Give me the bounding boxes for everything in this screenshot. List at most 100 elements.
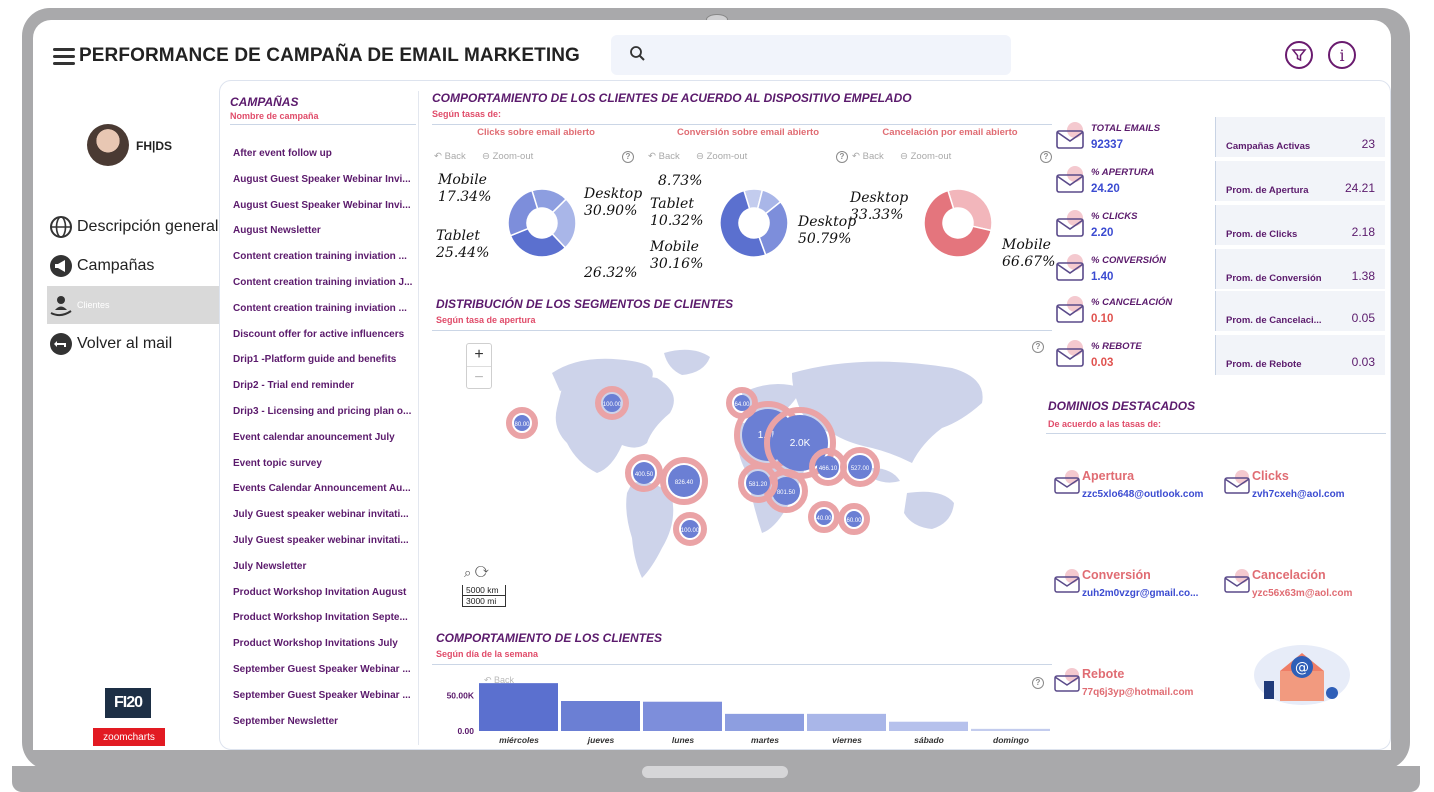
kpi-card-label: Prom. de Clicks [1226, 229, 1298, 240]
nav-item-clientes[interactable]: Clientes [47, 286, 219, 324]
campaign-item[interactable]: August Guest Speaker Webinar Invi... [230, 193, 416, 219]
campaign-item[interactable]: Events Calendar Announcement Au... [230, 476, 416, 502]
weekday-bar[interactable] [561, 701, 640, 731]
help-icon[interactable]: ? [1032, 341, 1044, 353]
map-zoom-in-button[interactable]: + [467, 344, 491, 366]
kpi-row: % CONVERSIÓN 1.40 Prom. de Conversión 1.38 [1055, 249, 1385, 293]
campaign-items: After event follow up August Guest Speake… [230, 141, 416, 734]
x-tick-label: martes [751, 735, 779, 745]
info-icon[interactable]: i [1328, 41, 1356, 69]
zoom-out-button[interactable]: ⊖ Zoom-out [482, 151, 533, 162]
campaign-item[interactable]: Product Workshop Invitation August [230, 580, 416, 606]
campaign-item[interactable]: Discount offer for active influencers [230, 322, 416, 348]
campaign-item[interactable]: August Guest Speaker Webinar Invi... [230, 167, 416, 193]
help-icon[interactable]: ? [1040, 151, 1052, 163]
domain-email: zuh2m0vzgr@gmail.co... [1082, 588, 1199, 599]
campaign-item[interactable]: Content creation training inviation J... [230, 270, 416, 296]
kpi-value: 2.20 [1091, 227, 1114, 239]
campaign-item[interactable]: Content creation training inviation ... [230, 244, 416, 270]
campaign-item[interactable]: Product Workshop Invitation Septe... [230, 605, 416, 631]
donut-heading-conversion: Conversión sobre email abierto [676, 127, 819, 138]
campaign-item[interactable]: September Guest Speaker Webinar ... [230, 683, 416, 709]
back-button[interactable]: ↶ Back [434, 151, 466, 162]
campaign-item[interactable]: Drip1 -Platform guide and benefits [230, 347, 416, 373]
nav-item-label: Clientes [77, 300, 110, 310]
campaign-item[interactable]: July Guest speaker webinar invitati... [230, 502, 416, 528]
campaign-item[interactable]: September Newsletter [230, 709, 416, 735]
search-icon [630, 46, 645, 61]
domain-email: 77q6j3yp@hotmail.com [1082, 687, 1194, 698]
weekday-bar[interactable] [725, 713, 804, 731]
donut-heading-cancelacion: Cancelación por email abierto [882, 127, 1018, 138]
campaign-item[interactable]: Event topic survey [230, 451, 416, 477]
weekday-bar[interactable] [971, 728, 1050, 731]
kpi-card: Prom. de Clicks 2.18 [1215, 205, 1385, 245]
campaign-item[interactable]: August Newsletter [230, 218, 416, 244]
kpi-value: 92337 [1091, 139, 1123, 151]
domain-label: Clicks [1252, 469, 1289, 483]
nav-item-campanas[interactable]: Campañas [47, 249, 219, 283]
donut-slice[interactable] [947, 188, 993, 232]
divider [432, 330, 1052, 331]
back-arrow-icon [47, 330, 75, 358]
world-map[interactable]: 1.9K 2.0K 826.40 801.50 581.20 527.00 466.10 40… [442, 333, 1052, 617]
campaign-item[interactable]: Drip3 - Licensing and pricing plan o... [230, 399, 416, 425]
campaign-item[interactable]: Content creation training inviation ... [230, 296, 416, 322]
envelope-icon [1056, 210, 1084, 237]
dashboard-screen: PERFORMANCE DE CAMPAÑA DE EMAIL MARKETIN… [33, 20, 1391, 750]
divider [432, 664, 1052, 665]
hamburger-menu-icon[interactable] [53, 48, 75, 69]
campaign-item[interactable]: July Newsletter [230, 554, 416, 580]
back-button[interactable]: ↶ Back [852, 151, 884, 162]
donut-label: Desktop 50.79% [798, 214, 857, 247]
donut-slice[interactable] [507, 189, 539, 237]
search-input[interactable] [611, 35, 1011, 75]
map-section-title: DISTRIBUCIÓN DE LOS SEGMENTOS DE CLIENTE… [436, 297, 734, 311]
x-tick-label: lunes [672, 735, 694, 745]
map-bubble-label: 826.40 [675, 480, 694, 486]
map-bubble-label: 400.50 [635, 472, 654, 478]
domain-email: zvh7cxeh@aol.com [1252, 489, 1345, 500]
domain-label: Apertura [1082, 469, 1135, 483]
campaign-item[interactable]: Drip2 - Trial end reminder [230, 373, 416, 399]
zoom-out-button[interactable]: ⊖ Zoom-out [900, 151, 951, 162]
weekday-bar[interactable] [479, 683, 558, 731]
help-icon[interactable]: ? [836, 151, 848, 163]
campaign-list-subtitle: Nombre de campaña [230, 111, 416, 125]
help-icon[interactable]: ? [622, 151, 634, 163]
lasso-icon[interactable]: ⌕ ⟳ [464, 565, 489, 581]
kpi-label: TOTAL EMAILS [1091, 123, 1161, 134]
back-button[interactable]: ↶ Back [484, 675, 515, 685]
map-bubble-label: 801.50 [777, 490, 796, 496]
weekday-bar[interactable] [889, 721, 968, 731]
domain-email: yzc56x63m@aol.com [1252, 588, 1353, 599]
map-zoom-out-button[interactable]: − [467, 366, 491, 388]
donut-label: Tablet 10.32% [650, 196, 704, 229]
kpi-row: % APERTURA 24.20 Prom. de Apertura 24.21 [1055, 161, 1385, 205]
laptop-notch [642, 766, 788, 778]
clients-icon [47, 291, 75, 319]
kpi-value: 24.20 [1091, 183, 1120, 195]
weekday-bar[interactable] [643, 701, 722, 731]
x-tick-label: viernes [832, 735, 862, 745]
clear-filter-icon[interactable] [1285, 41, 1313, 69]
domain-label: Conversión [1082, 568, 1151, 582]
campaign-item[interactable]: After event follow up [230, 141, 416, 167]
map-bubble-label: 60.00 [846, 518, 862, 524]
kpi-card: Prom. de Cancelaci... 0.05 [1215, 291, 1385, 331]
donut-label: 8.73% [658, 173, 703, 189]
campaign-item[interactable]: Event calendar anouncement July [230, 425, 416, 451]
nav-item-descripcion-general[interactable]: Descripción general [47, 210, 219, 244]
kpi-value: 0.03 [1091, 357, 1114, 369]
nav-item-volver-al-mail[interactable]: Volver al mail [47, 327, 219, 361]
kpi-card-label: Prom. de Rebote [1226, 359, 1302, 370]
weekday-bar[interactable] [807, 713, 886, 731]
kpi-card-value: 24.21 [1344, 181, 1375, 195]
campaign-item[interactable]: July Guest speaker webinar invitati... [230, 528, 416, 554]
campaign-item[interactable]: September Guest Speaker Webinar ... [230, 657, 416, 683]
zoom-out-button[interactable]: ⊖ Zoom-out [696, 151, 747, 162]
envelope-icon [1054, 470, 1080, 494]
campaign-item[interactable]: Product Workshop Invitations July [230, 631, 416, 657]
back-button[interactable]: ↶ Back [648, 151, 680, 162]
map-bubble-label: 80.00 [514, 422, 530, 428]
